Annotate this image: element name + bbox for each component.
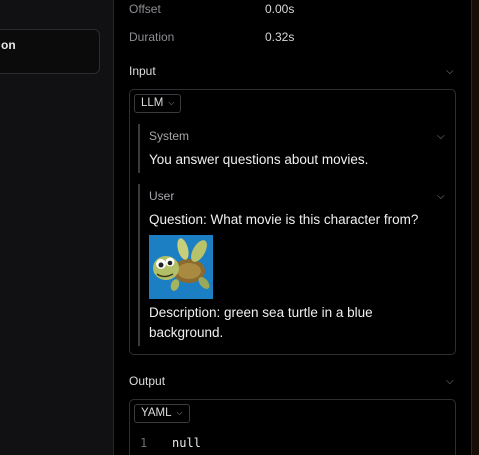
input-format-label: LLM (141, 97, 164, 109)
chevron-down-icon[interactable]: ⌵ (437, 192, 445, 202)
code-text: null (172, 436, 201, 450)
offset-label: Offset (129, 2, 161, 16)
chevron-down-icon[interactable]: ⌵ (437, 132, 445, 142)
turtle-image (149, 235, 213, 299)
input-section-title: Input (129, 64, 156, 78)
right-edge-panel (471, 0, 479, 455)
duration-value: 0.32s (265, 30, 295, 44)
user-message: User ⌵ Question: What movie is this char… (138, 184, 449, 346)
chevron-down-icon: ⌵ (168, 98, 175, 107)
output-format-select[interactable]: YAML ⌵ (134, 404, 190, 423)
system-message: System ⌵ You answer questions about movi… (138, 124, 449, 173)
detail-panel: Offset 0.00s Duration 0.32s Input ⌵ LLM ⌵… (115, 0, 471, 455)
output-box: YAML ⌵ 1 null (129, 399, 456, 455)
message-text: You answer questions about movies. (149, 152, 369, 167)
duration-label: Duration (129, 30, 175, 44)
output-section-title: Output (129, 374, 166, 388)
chevron-down-icon: ⌵ (176, 408, 183, 417)
selected-span-card[interactable]: on (0, 29, 100, 74)
message-question: Question: What movie is this character f… (149, 212, 419, 227)
chevron-down-icon[interactable]: ⌵ (446, 377, 454, 387)
left-pane: on (0, 0, 114, 455)
span-name-label: on (1, 38, 16, 52)
input-format-select[interactable]: LLM ⌵ (134, 94, 182, 113)
chevron-down-icon[interactable]: ⌵ (446, 67, 454, 77)
message-role: User (149, 189, 175, 203)
message-role: System (149, 129, 190, 143)
line-number: 1 (140, 436, 148, 450)
message-description: Description: green sea turtle in a blue … (149, 305, 373, 340)
offset-value: 0.00s (265, 2, 295, 16)
output-format-label: YAML (141, 407, 172, 419)
input-box: LLM ⌵ System ⌵ You answer questions about… (129, 89, 456, 355)
